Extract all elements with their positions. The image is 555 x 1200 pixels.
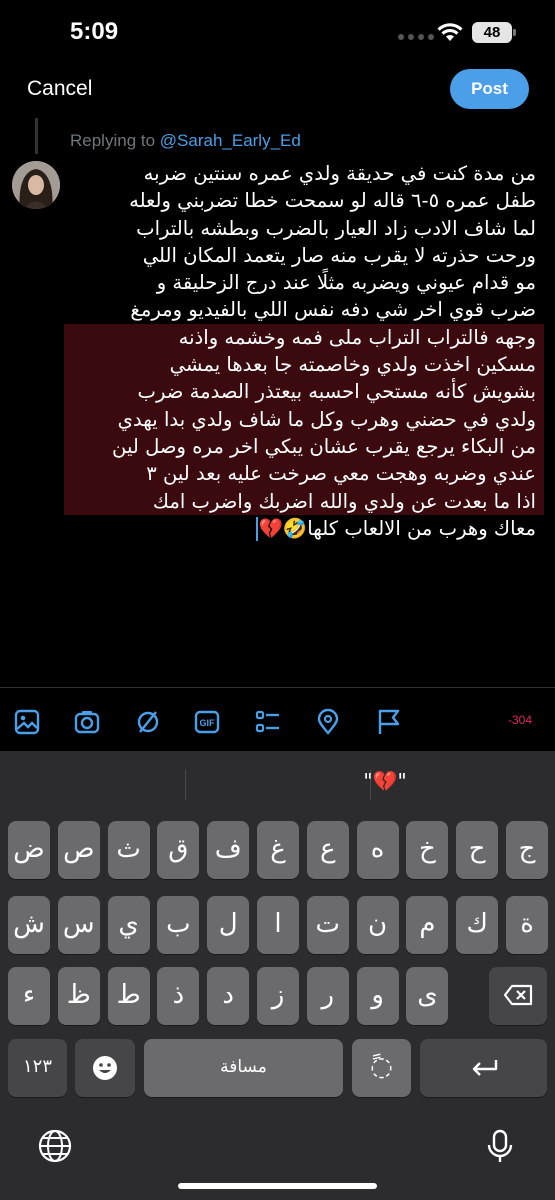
toolbar-divider	[0, 687, 555, 688]
prediction-divider	[185, 770, 186, 800]
key-row2-8[interactable]: م	[406, 896, 449, 954]
key-row3-7[interactable]: و	[356, 967, 399, 1025]
gif-icon[interactable]: GIF	[193, 708, 221, 736]
numbers-key[interactable]: ١٢٣	[8, 1039, 67, 1097]
prediction-suggestion[interactable]: "💔"	[300, 769, 470, 793]
home-indicator[interactable]	[178, 1183, 377, 1189]
reply-handle-link[interactable]: @Sarah_Early_Ed	[160, 131, 301, 150]
location-icon[interactable]	[314, 708, 342, 736]
tweet-line: طفل عمره ٥-٦ قاله لو سمحت خطا تضربني ولع…	[129, 189, 536, 213]
return-icon	[472, 1060, 497, 1076]
key-row1-5[interactable]: غ	[257, 821, 299, 879]
key-row2-0[interactable]: ش	[8, 896, 50, 954]
key-row3-5[interactable]: ز	[257, 967, 299, 1025]
key-row2-1[interactable]: س	[57, 896, 100, 954]
key-row1-0[interactable]: ض	[8, 821, 50, 879]
key-row3-8[interactable]: ى	[406, 967, 449, 1025]
globe-icon[interactable]	[37, 1128, 73, 1164]
key-row3-3[interactable]: ذ	[157, 967, 200, 1025]
svg-text:GIF: GIF	[200, 718, 216, 728]
compose-toolbar: GIF	[0, 700, 555, 744]
thread-line	[35, 118, 38, 154]
replying-prefix: Replying to	[70, 131, 160, 150]
tweet-line: بشويش كأنه مستحي احسبه بيعتذر الصدمة ضرب	[64, 378, 544, 406]
key-row2-5[interactable]: ا	[257, 896, 299, 954]
tweet-line: اذا ما بعدت عن ولدي والله اضربك واضرب ام…	[64, 487, 544, 515]
tweet-line: من البكاء يرجع يقرب عشان يبكي اخر مره وص…	[64, 432, 544, 461]
key-row2-9[interactable]: ك	[456, 896, 499, 954]
tweet-line: ضرب قوي اخر شي دفه نفس اللي بالفيديو ومر…	[130, 298, 536, 322]
tweet-line: لما شاف الادب زاد العيار بالضرب وبطشه با…	[136, 216, 536, 240]
wifi-icon	[437, 22, 463, 42]
camera-icon[interactable]	[73, 708, 101, 736]
text-caret	[256, 517, 259, 542]
tweet-line: عندي وضربه وهجت معي صرخت عليه بعد لين ٣	[64, 460, 544, 488]
post-button[interactable]: Post	[450, 69, 529, 109]
battery-tip	[513, 29, 516, 36]
avatar[interactable]	[12, 161, 60, 209]
key-row3-2[interactable]: ط	[107, 967, 150, 1025]
arabic-keyboard: "💔" ضصثقفغعهخحجشسيبلاتنمكةءظطذدزروى ١٢٣ …	[0, 751, 555, 1200]
key-row1-2[interactable]: ث	[107, 821, 150, 879]
tweet-line: معاك وهرب من الالعاب كلها🤣💔	[256, 516, 536, 542]
tweet-compose-field[interactable]: من مدة كنت في حديقة ولدي عمره سنتين ضربه…	[64, 160, 544, 542]
status-bar: 5:09 48	[0, 0, 555, 62]
emoji-key[interactable]	[75, 1039, 135, 1097]
key-row1-6[interactable]: ع	[306, 821, 349, 879]
backspace-key[interactable]	[489, 967, 547, 1025]
character-counter: -304	[508, 713, 533, 727]
diacritic-key[interactable]: ً◌	[352, 1039, 411, 1097]
key-row1-9[interactable]: ح	[456, 821, 499, 879]
key-row1-3[interactable]: ق	[157, 821, 200, 879]
tweet-line: ولدي في حضني وهرب وكل ما شاف ولدي بدا يه…	[64, 405, 544, 433]
cancel-button[interactable]: Cancel	[27, 77, 92, 101]
microphone-icon[interactable]	[482, 1128, 518, 1164]
cellular-signal-icon	[398, 34, 434, 40]
key-row2-6[interactable]: ت	[306, 896, 349, 954]
tweet-line: من مدة كنت في حديقة ولدي عمره سنتين ضربه	[143, 162, 536, 185]
clock: 5:09	[70, 18, 119, 45]
key-row2-7[interactable]: ن	[356, 896, 399, 954]
key-row3-4[interactable]: د	[207, 967, 250, 1025]
tweet-line: وجهه فالتراب التراب ملى فمه وخشمه واذنه	[64, 323, 544, 352]
key-row1-8[interactable]: خ	[406, 821, 449, 879]
space-key[interactable]: مسافة	[144, 1039, 343, 1097]
return-key[interactable]	[420, 1039, 547, 1097]
backspace-icon	[503, 984, 533, 1006]
battery-icon: 48	[472, 22, 512, 43]
key-row3-6[interactable]: ر	[306, 967, 349, 1025]
emoji-icon	[93, 1056, 117, 1080]
key-row2-3[interactable]: ب	[157, 896, 200, 954]
key-row1-4[interactable]: ف	[207, 821, 250, 879]
key-row1-1[interactable]: ص	[57, 821, 100, 879]
tweet-line: مو قدام عيوني ويضربه مثلًا عند درج الزحل…	[156, 271, 536, 295]
key-row2-2[interactable]: ي	[107, 896, 150, 954]
tweet-line: مسكين اخذت ولدي وخاصمته جا بعدها يمشي	[64, 351, 544, 379]
replying-to: Replying to @Sarah_Early_Ed	[70, 131, 301, 151]
flag-icon[interactable]	[375, 708, 403, 736]
image-icon[interactable]	[13, 708, 41, 736]
key-row3-1[interactable]: ظ	[57, 967, 100, 1025]
poll-icon[interactable]	[254, 708, 282, 736]
no-icon[interactable]	[134, 708, 162, 736]
key-row2-10[interactable]: ة	[506, 896, 548, 954]
key-row3-0[interactable]: ء	[8, 967, 50, 1025]
key-row1-7[interactable]: ه	[356, 821, 399, 879]
tweet-line: ورحت حذرته لا يقرب منه صار يتعمد المكان …	[142, 243, 536, 267]
key-row1-10[interactable]: ج	[506, 821, 548, 879]
key-row2-4[interactable]: ل	[207, 896, 250, 954]
